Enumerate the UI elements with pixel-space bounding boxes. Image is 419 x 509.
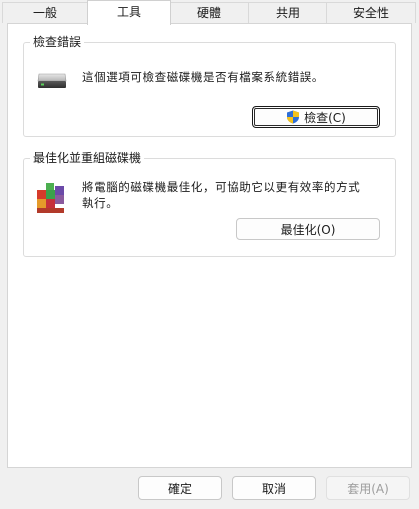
optimize-description: 將電腦的磁碟機最佳化，可協助它以更有效率的方式執行。: [82, 180, 361, 210]
error-check-description: 這個選項可檢查磁碟機是否有檔案系統錯誤。: [82, 70, 324, 84]
optimize-button-label: 最佳化(O): [280, 222, 336, 237]
tab-security[interactable]: 安全性: [326, 2, 416, 23]
tab-general[interactable]: 一般: [2, 2, 88, 23]
optimize-title: 最佳化並重組磁碟機: [30, 150, 145, 166]
optimize-group: 最佳化並重組磁碟機 將電腦的磁碟機最佳化，可協助它以更有效率的方式執行。 最佳化…: [23, 150, 396, 257]
optimize-button[interactable]: 最佳化(O): [236, 218, 380, 240]
ok-button[interactable]: 確定: [138, 476, 222, 500]
tab-hardware[interactable]: 硬體: [168, 2, 250, 23]
tab-sharing[interactable]: 共用: [248, 2, 328, 23]
apply-button[interactable]: 套用(A): [326, 476, 410, 500]
defrag-icon: [34, 180, 68, 219]
drive-properties-dialog: 一般 工具 硬體 共用 安全性 檢查錯誤 這個選項可檢查磁碟機是否有檔案系統錯誤…: [0, 0, 419, 509]
tab-tools[interactable]: 工具: [87, 0, 171, 25]
check-button-label: 檢查(C): [304, 110, 346, 125]
uac-shield-icon: [287, 110, 300, 124]
error-check-title: 檢查錯誤: [30, 34, 85, 50]
cancel-button[interactable]: 取消: [232, 476, 316, 500]
check-button[interactable]: 檢查(C): [252, 106, 380, 128]
tools-panel: 檢查錯誤 這個選項可檢查磁碟機是否有檔案系統錯誤。 檢查(C) 最佳化並重組磁碟…: [7, 23, 412, 468]
drive-icon: [36, 68, 68, 95]
error-check-group: 檢查錯誤 這個選項可檢查磁碟機是否有檔案系統錯誤。 檢查(C): [23, 34, 396, 137]
tab-strip: 一般 工具 硬體 共用 安全性: [0, 0, 419, 25]
